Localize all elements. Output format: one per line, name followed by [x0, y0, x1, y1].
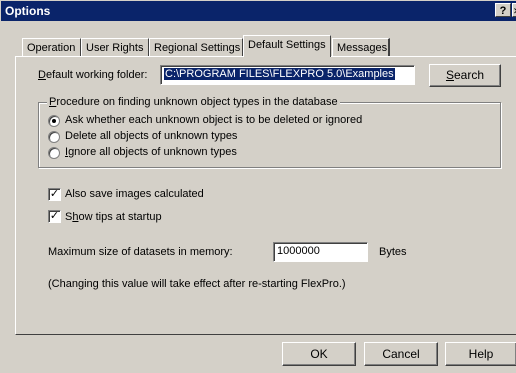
close-button[interactable]: ✕	[512, 3, 516, 17]
tab-user-rights[interactable]: User Rights	[81, 38, 149, 56]
tab-label: Operation	[27, 42, 76, 54]
options-dialog: Options ? ✕ Operation User Rights Region…	[0, 0, 516, 373]
tab-regional-settings[interactable]: Regional Settings	[149, 38, 243, 56]
tab-label: Default Settings	[248, 39, 326, 51]
dialog-title: Options	[5, 4, 51, 18]
tab-messages[interactable]: Messages	[332, 38, 390, 56]
title-bar: Options ? ✕	[1, 1, 516, 21]
tab-label: Regional Settings	[154, 42, 241, 54]
context-help-button[interactable]: ?	[495, 3, 511, 17]
ok-label: OK	[310, 347, 328, 361]
tab-default-settings[interactable]: Default Settings	[243, 35, 331, 57]
help-label: Help	[468, 347, 494, 361]
tab-operation[interactable]: Operation	[22, 38, 81, 56]
help-button[interactable]: Help	[445, 342, 516, 366]
tab-label: Messages	[337, 42, 388, 54]
cancel-button[interactable]: Cancel	[364, 342, 438, 366]
help-glyph: ?	[499, 5, 507, 17]
ok-button[interactable]: OK	[282, 342, 356, 366]
cancel-label: Cancel	[382, 347, 420, 361]
tab-label: User Rights	[86, 42, 144, 54]
default-settings-panel	[15, 56, 516, 335]
